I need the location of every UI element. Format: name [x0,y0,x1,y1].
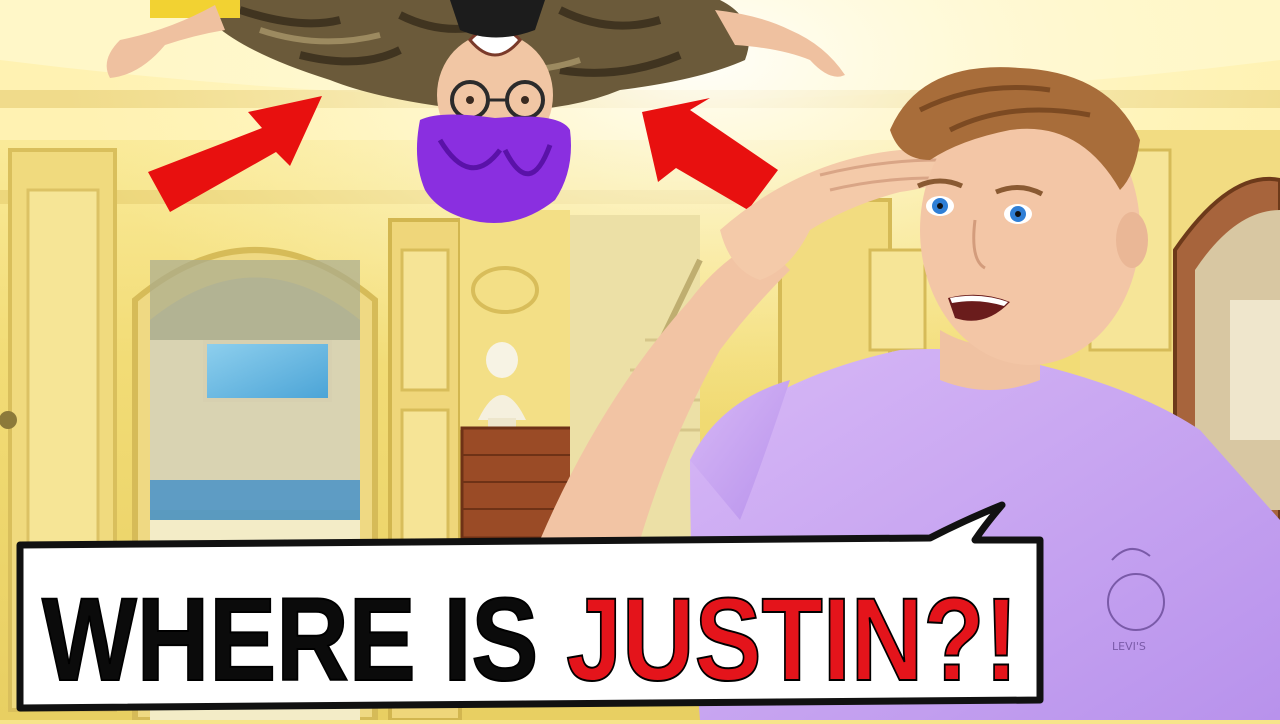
caption-part-black: WHERE IS [42,574,566,706]
caption-part-red: JUSTIN?! [566,574,1018,706]
caption: WHERE IS JUSTIN?! [42,574,1018,706]
shirt-brand-text: LEVI'S [1112,640,1146,653]
thumbnail-scene: LEVI'S WHERE IS JUSTIN?! [0,0,1280,723]
